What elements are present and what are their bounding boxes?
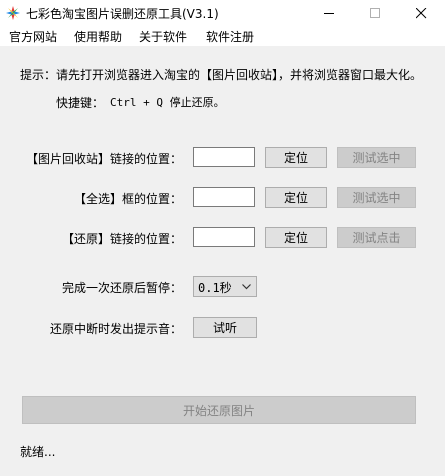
close-button[interactable] <box>399 0 445 26</box>
restore-locate-button[interactable]: 定位 <box>265 227 327 248</box>
recycle-bin-link-label: 【图片回收站】链接的位置： <box>25 152 182 166</box>
chevron-down-icon <box>242 284 251 290</box>
maximize-button[interactable] <box>353 0 399 26</box>
select-all-locate-button[interactable]: 定位 <box>265 187 327 208</box>
restore-link-label: 【还原】链接的位置： <box>61 232 182 246</box>
select-all-position-field[interactable] <box>193 187 255 207</box>
shortcut-label: 快捷键： <box>56 96 105 110</box>
menu-bar: 官方网站 使用帮助 关于软件 软件注册 <box>0 26 445 46</box>
recycle-bin-locate-button[interactable]: 定位 <box>265 147 327 168</box>
restore-test-click-button[interactable]: 测试点击 <box>337 227 416 248</box>
menu-official-site[interactable]: 官方网站 <box>9 28 57 45</box>
menu-about[interactable]: 关于软件 <box>139 28 187 45</box>
select-all-test-button[interactable]: 测试选中 <box>337 187 416 208</box>
close-icon <box>416 8 427 19</box>
restore-position-field[interactable] <box>193 227 255 247</box>
pause-label: 完成一次还原后暂停： <box>61 281 182 295</box>
pause-duration-value: 0.1秒 <box>198 281 232 295</box>
recycle-bin-position-field[interactable] <box>193 147 255 167</box>
menu-register[interactable]: 软件注册 <box>206 28 254 45</box>
app-logo-icon <box>6 6 20 20</box>
listen-button[interactable]: 试听 <box>193 317 257 338</box>
start-restore-button[interactable]: 开始还原图片 <box>22 396 416 424</box>
window-title: 七彩色淘宝图片误删还原工具(V3.1) <box>26 7 219 21</box>
select-all-box-label: 【全选】框的位置： <box>73 192 182 206</box>
minimize-icon <box>324 13 334 14</box>
menu-help[interactable]: 使用帮助 <box>74 28 122 45</box>
shortcut-value: Ctrl + Q 停止还原。 <box>110 96 225 109</box>
recycle-bin-test-button[interactable]: 测试选中 <box>337 147 416 168</box>
alert-sound-label: 还原中断时发出提示音： <box>49 322 182 336</box>
maximize-icon <box>370 8 380 18</box>
pause-duration-select[interactable]: 0.1秒 <box>193 276 257 297</box>
status-text: 就绪... <box>20 445 56 459</box>
tip-text: 提示：请先打开浏览器进入淘宝的【图片回收站】，并将浏览器窗口最大化。 <box>20 68 423 82</box>
minimize-button[interactable] <box>307 0 353 26</box>
title-bar[interactable]: 七彩色淘宝图片误删还原工具(V3.1) <box>0 0 445 26</box>
